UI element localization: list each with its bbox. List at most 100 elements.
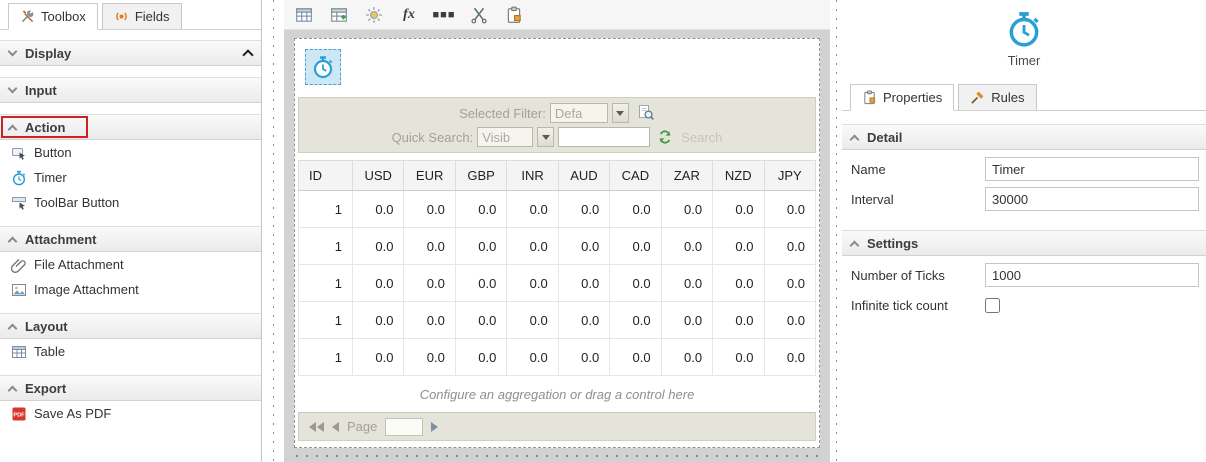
toolbox-item-toolbar-button[interactable]: ToolBar Button: [0, 190, 261, 215]
scroll-up-icon[interactable]: [242, 49, 253, 60]
expression-icon[interactable]: fx: [398, 4, 420, 26]
toolbox-sections: Display Input Action: [0, 30, 261, 462]
toolbox-item-save-as-pdf[interactable]: PDF Save As PDF: [0, 401, 261, 426]
table-cell: 0.0: [610, 302, 661, 339]
toolbox-item-label: Table: [34, 344, 65, 359]
section-header-layout[interactable]: Layout: [0, 313, 261, 339]
toolbox-item-label: Button: [34, 145, 72, 160]
image-icon: [11, 282, 27, 298]
toolbox-item-table[interactable]: Table: [0, 339, 261, 364]
tab-fields[interactable]: Fields: [102, 3, 182, 30]
table-cell: 0.0: [713, 339, 764, 376]
timer-control[interactable]: [305, 49, 341, 85]
table-cell: 0.0: [455, 339, 506, 376]
section-header-attachment[interactable]: Attachment: [0, 226, 261, 252]
chevron-down-icon: [8, 83, 18, 93]
infinite-tick-checkbox[interactable]: [985, 298, 1000, 313]
table-cell: 0.0: [404, 339, 455, 376]
column-header[interactable]: USD: [353, 161, 404, 191]
quick-search-column-dropdown[interactable]: Visib: [477, 127, 533, 147]
section-header-export[interactable]: Export: [0, 375, 261, 401]
section-header-detail[interactable]: Detail: [842, 124, 1206, 150]
section-header-input[interactable]: Input: [0, 77, 261, 103]
name-input[interactable]: [985, 157, 1199, 181]
table-cell: 0.0: [507, 339, 558, 376]
table-row: 1 0.0 0.0 0.0 0.0 0.0 0.0 0.0 0.0 0.0: [299, 191, 816, 228]
column-header[interactable]: JPY: [764, 161, 816, 191]
quick-search-input[interactable]: [558, 127, 650, 147]
tab-rules-label: Rules: [991, 90, 1024, 105]
column-header[interactable]: GBP: [455, 161, 506, 191]
column-header[interactable]: CAD: [610, 161, 661, 191]
selected-control-label: Timer: [1008, 53, 1041, 68]
table-cell: 0.0: [713, 265, 764, 302]
tab-rules[interactable]: Rules: [958, 84, 1036, 111]
table-cell: 0.0: [764, 339, 816, 376]
column-header[interactable]: EUR: [404, 161, 455, 191]
previous-page-button[interactable]: [332, 422, 339, 432]
toolbox-tabstrip: Toolbox Fields: [0, 0, 261, 30]
next-page-button[interactable]: [431, 422, 438, 432]
first-page-button[interactable]: [309, 422, 324, 432]
table-cell: 0.0: [353, 191, 404, 228]
form-designer: Toolbox Fields Display: [0, 0, 1206, 462]
cut-icon[interactable]: [468, 4, 490, 26]
table-cell: 0.0: [713, 191, 764, 228]
tab-toolbox[interactable]: Toolbox: [8, 3, 98, 30]
table-cell: 0.0: [558, 191, 609, 228]
tab-properties[interactable]: Properties: [850, 84, 954, 111]
table-cell: 1: [299, 228, 353, 265]
column-header[interactable]: ZAR: [661, 161, 712, 191]
interval-label: Interval: [851, 192, 985, 207]
table-cell: 0.0: [610, 191, 661, 228]
toolbox-item-label: Save As PDF: [34, 406, 111, 421]
properties-panel: Timer Properties: [842, 0, 1206, 462]
svg-text:PDF: PDF: [13, 412, 25, 418]
paste-icon[interactable]: [503, 4, 525, 26]
section-header-action[interactable]: Action: [0, 114, 261, 140]
toolbox-item-label: Timer: [34, 170, 67, 185]
left-splitter[interactable]: [262, 0, 284, 462]
table-cell: 0.0: [713, 302, 764, 339]
toolbox-item-image-attachment[interactable]: Image Attachment: [0, 277, 261, 302]
column-header[interactable]: NZD: [713, 161, 764, 191]
selected-filter-dropdown-button[interactable]: [612, 103, 629, 123]
section-header-settings[interactable]: Settings: [842, 230, 1206, 256]
number-of-ticks-input[interactable]: [985, 263, 1199, 287]
table-cell: 0.0: [558, 302, 609, 339]
insert-listview-icon[interactable]: [293, 4, 315, 26]
filter-search-icon[interactable]: [637, 104, 655, 122]
column-header[interactable]: INR: [507, 161, 558, 191]
section-label: Detail: [867, 130, 902, 145]
table-cell: 0.0: [455, 265, 506, 302]
fields-icon: [114, 9, 129, 24]
design-canvas[interactable]: Selected Filter: Defa: [294, 38, 820, 448]
table-cell: 0.0: [507, 228, 558, 265]
toolbox-item-button[interactable]: Button: [0, 140, 261, 165]
selected-filter-dropdown[interactable]: Defa: [550, 103, 608, 123]
refresh-icon[interactable]: [657, 129, 673, 145]
column-header[interactable]: AUD: [558, 161, 609, 191]
page-label: Page: [347, 419, 377, 434]
right-splitter[interactable]: [830, 0, 842, 462]
table-cell: 0.0: [661, 191, 712, 228]
toolbar-button-icon: [11, 195, 27, 211]
quick-search-dropdown-button[interactable]: [537, 127, 554, 147]
theme-icon[interactable]: [363, 4, 385, 26]
toolbox-item-timer[interactable]: Timer: [0, 165, 261, 190]
page-input[interactable]: [385, 418, 423, 436]
chevron-down-icon: [8, 46, 18, 56]
search-button[interactable]: Search: [681, 130, 722, 145]
toolbox-item-file-attachment[interactable]: File Attachment: [0, 252, 261, 277]
table-cell: 0.0: [404, 302, 455, 339]
section-header-display[interactable]: Display: [0, 40, 261, 66]
table-cell: 0.0: [661, 265, 712, 302]
table-row: 1 0.0 0.0 0.0 0.0 0.0 0.0 0.0 0.0 0.0: [299, 302, 816, 339]
create-listview-icon[interactable]: [328, 4, 350, 26]
column-header[interactable]: ID: [299, 161, 353, 191]
section-label: Input: [25, 83, 57, 98]
interval-input[interactable]: [985, 187, 1199, 211]
paperclip-icon: [11, 257, 27, 273]
more-options-icon[interactable]: ■■■: [433, 4, 455, 26]
section-label: Settings: [867, 236, 918, 251]
